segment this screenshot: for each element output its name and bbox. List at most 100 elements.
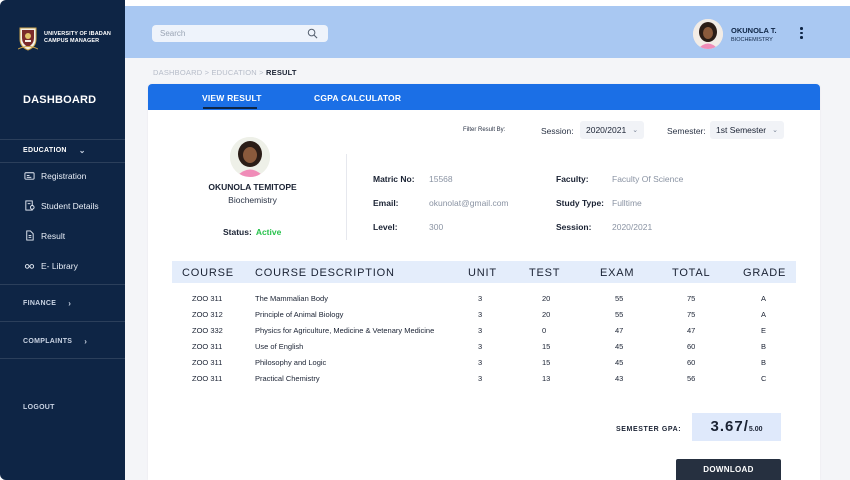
sidebar-item-registration[interactable]: Registration <box>24 170 86 181</box>
sidebar-item-result[interactable]: Result <box>24 230 65 241</box>
cell-grade: A <box>761 310 767 319</box>
profile-photo <box>230 137 270 177</box>
matric-value: 15568 <box>429 174 453 184</box>
search-input[interactable] <box>160 29 300 38</box>
search-icon[interactable] <box>307 28 318 39</box>
study-type-value: Fulltime <box>612 198 642 208</box>
sidebar-item-label: Registration <box>41 170 87 181</box>
chevron-right-icon: › <box>84 337 88 346</box>
brand: UNIVERSITY OF IBADAN CAMPUS MANAGER <box>0 0 125 58</box>
cell-test: 0 <box>542 326 547 335</box>
semester-selected: 1st Semester <box>716 125 767 135</box>
table-row: ZOO 311 The Mammalian Body 3 20 55 75 A <box>172 291 796 307</box>
university-crest-icon <box>18 27 38 51</box>
finance-label: FINANCE <box>23 300 57 307</box>
cell-test: 15 <box>542 342 551 351</box>
cell-description: The Mammalian Body <box>255 294 328 303</box>
sidebar-section-complaints[interactable]: COMPLAINTS › <box>23 337 87 346</box>
table-row: ZOO 311 Philosophy and Logic 3 15 45 60 … <box>172 355 796 371</box>
email-value: okunolat@gmail.com <box>429 198 509 208</box>
semester-select[interactable]: 1st Semester ⌄ <box>710 121 784 139</box>
cell-grade: B <box>761 342 767 351</box>
divider <box>0 139 125 140</box>
semester-gpa-label: SEMESTER GPA: <box>616 426 682 433</box>
breadcrumb-path[interactable]: DASHBOARD > EDUCATION > <box>153 68 266 77</box>
cell-total: 56 <box>687 374 696 383</box>
sidebar-section-finance[interactable]: FINANCE › <box>23 299 71 308</box>
cell-course: ZOO 312 <box>192 310 223 319</box>
more-options-icon[interactable] <box>800 27 804 39</box>
search-bar <box>152 25 328 42</box>
user-document-icon <box>25 200 35 211</box>
cell-description: Practical Chemistry <box>255 374 320 383</box>
logout-label: LOGOUT <box>23 404 55 411</box>
cell-test: 13 <box>542 374 551 383</box>
cell-unit: 3 <box>478 358 483 367</box>
sidebar-item-e-library[interactable]: E- Library <box>24 260 78 271</box>
cell-course: ZOO 311 <box>192 358 223 367</box>
semester-dropdown[interactable]: 1st Semester ⌄ <box>710 121 784 139</box>
cell-course: ZOO 332 <box>192 326 223 335</box>
download-button[interactable]: DOWNLOAD <box>676 459 781 480</box>
filter-label: Filter Result By: <box>463 127 506 133</box>
table-row: ZOO 311 Use of English 3 15 45 60 B <box>172 339 796 355</box>
table-row: ZOO 312 Principle of Animal Biology 3 20… <box>172 307 796 323</box>
status-badge: Active <box>255 227 282 237</box>
sidebar-dashboard-link[interactable]: DASHBOARD <box>23 94 96 106</box>
document-icon <box>26 230 34 241</box>
chevron-down-icon: ⌄ <box>772 127 778 134</box>
complaints-label: COMPLAINTS <box>23 338 73 345</box>
cell-exam: 45 <box>615 342 624 351</box>
sidebar-item-label: E- Library <box>41 260 78 271</box>
cell-exam: 55 <box>615 294 624 303</box>
sidebar-logout[interactable]: LOGOUT <box>23 404 55 411</box>
session-value: 2020/2021 <box>612 222 653 232</box>
education-label: EDUCATION <box>23 147 67 154</box>
cell-total: 60 <box>687 342 696 351</box>
column-header-grade: GRADE <box>743 267 787 279</box>
avatar-image <box>693 19 723 49</box>
level-value: 300 <box>429 222 444 232</box>
profile-image <box>230 137 270 177</box>
user-info: OKUNOLA T. BIOCHEMISTRY <box>731 26 777 43</box>
divider <box>0 358 125 359</box>
table-row: ZOO 311 Practical Chemistry 3 13 43 56 C <box>172 371 796 387</box>
cell-description: Philosophy and Logic <box>255 358 327 367</box>
cell-unit: 3 <box>478 374 483 383</box>
cell-exam: 55 <box>615 310 624 319</box>
faculty-label: Faculty: <box>556 174 589 184</box>
sidebar-item-student-details[interactable]: Student Details <box>24 200 99 211</box>
study-type-label: Study Type: <box>556 198 605 208</box>
level-label: Level: <box>373 222 398 232</box>
cell-description: Physics for Agriculture, Medicine & Vete… <box>255 326 435 335</box>
cell-description: Use of English <box>255 342 304 351</box>
faculty-value: Faculty Of Science <box>612 174 684 184</box>
cell-total: 75 <box>687 310 696 319</box>
column-header-description: COURSE DESCRIPTION <box>255 267 395 279</box>
user-menu[interactable]: OKUNOLA T. BIOCHEMISTRY <box>693 19 777 49</box>
cell-grade: C <box>761 374 767 383</box>
breadcrumb-current: RESULT <box>266 68 297 77</box>
brand-line-1: UNIVERSITY OF IBADAN <box>44 31 111 37</box>
table-header: COURSE COURSE DESCRIPTION UNIT TEST EXAM… <box>172 261 796 283</box>
cell-unit: 3 <box>478 294 483 303</box>
tab-view-result[interactable]: VIEW RESULT <box>202 93 262 103</box>
column-header-unit: UNIT <box>468 267 497 279</box>
session-select[interactable]: 2020/2021 ⌄ <box>580 121 645 139</box>
gpa-slash: / <box>743 418 748 435</box>
sidebar-section-education[interactable]: EDUCATION ⌄ <box>23 146 86 155</box>
cell-exam: 43 <box>615 374 624 383</box>
column-header-total: TOTAL <box>672 267 711 279</box>
session-dropdown[interactable]: 2020/2021 ⌄ <box>580 121 645 139</box>
card-icon <box>24 172 35 180</box>
tab-cgpa-calculator[interactable]: CGPA CALCULATOR <box>314 93 401 103</box>
breadcrumb: DASHBOARD > EDUCATION > RESULT <box>153 68 297 77</box>
session-filter-label: Session: <box>541 126 574 136</box>
column-header-exam: EXAM <box>600 267 635 279</box>
cell-total: 60 <box>687 358 696 367</box>
active-tab-indicator <box>203 107 257 109</box>
column-header-test: TEST <box>529 267 561 279</box>
divider <box>346 154 347 240</box>
divider <box>0 162 125 163</box>
divider <box>0 284 125 285</box>
